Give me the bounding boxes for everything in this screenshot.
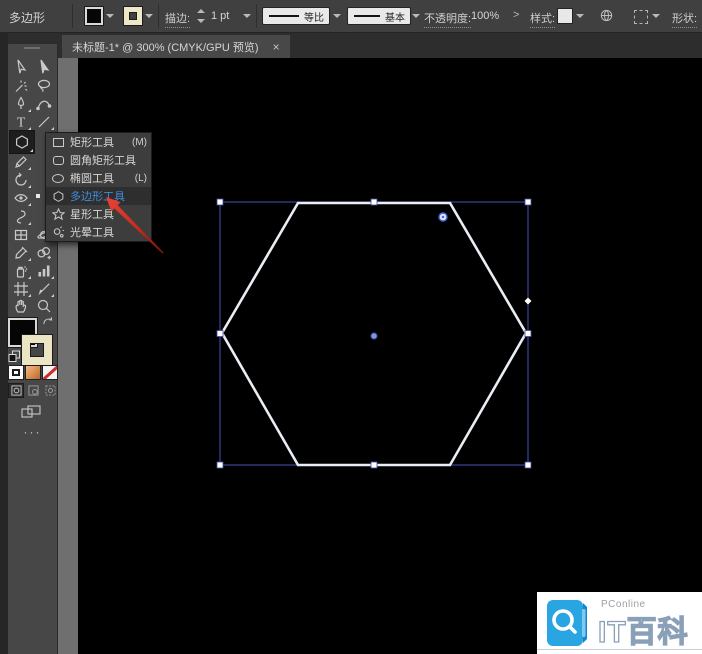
profile-chevron-icon[interactable] [333, 14, 341, 18]
opacity-value[interactable]: 100% [471, 10, 499, 22]
stroke-weight-chevron-icon[interactable] [243, 14, 251, 18]
polygon-tool-button[interactable] [10, 131, 34, 153]
flyout-item-ellipse[interactable]: 椭圆工具 (L) [46, 169, 151, 187]
fill-chevron-icon[interactable] [106, 14, 114, 18]
brush-value: 基本 [385, 12, 405, 24]
separator [256, 4, 257, 28]
column-graph-tool-icon[interactable] [33, 261, 55, 280]
panel-grip[interactable] [24, 47, 40, 49]
default-fill-stroke-icon[interactable] [8, 350, 21, 363]
screen-mode-icon[interactable] [20, 404, 44, 420]
pencil-tool-icon[interactable] [10, 152, 32, 171]
align-bounds-icon[interactable] [634, 10, 648, 24]
watermark-title: IT百科 [597, 615, 689, 649]
panel-edge-strip [0, 32, 8, 654]
stroke-chevron-icon[interactable] [145, 14, 153, 18]
stroke-panel-link[interactable]: 描边: [165, 10, 191, 28]
edit-toolbar-dots[interactable]: ··· [8, 425, 57, 439]
magic-wand-tool-icon[interactable] [10, 76, 32, 95]
pconline-logo-icon [547, 600, 587, 646]
align-chevron-icon[interactable] [652, 14, 660, 18]
active-tool-marker [36, 194, 40, 198]
none-fill-button[interactable] [43, 366, 57, 379]
artboard-canvas[interactable] [78, 58, 702, 654]
rectangle-icon [51, 135, 65, 149]
separator [72, 4, 73, 28]
ellipse-icon [51, 171, 65, 185]
watermark-underline [537, 649, 702, 650]
document-tab[interactable]: 未标题-1* @ 300% (CMYK/GPU 预览) × [62, 35, 290, 58]
line-segment-tool-icon[interactable] [33, 112, 55, 131]
stroke-color-swatch[interactable] [124, 7, 142, 25]
flyout-item-star[interactable]: 星形工具 [46, 205, 151, 223]
rounded-rectangle-icon [51, 153, 65, 167]
flyout-item-rectangle[interactable]: 矩形工具 (M) [46, 133, 151, 151]
profile-value: 等比 [304, 12, 324, 24]
zoom-tool-icon[interactable] [33, 296, 55, 315]
free-transform-tool-icon[interactable] [10, 207, 32, 226]
selection-type-label: 多边形 [9, 11, 46, 25]
opacity-panel-link[interactable]: 不透明度: [424, 10, 472, 28]
rotate-tool-icon[interactable] [10, 170, 32, 189]
brush-definition-dropdown[interactable]: 基本 [348, 8, 410, 24]
shape-tools-flyout: 矩形工具 (M) 圆角矩形工具 椭圆工具 (L) 多边形工具 星形工具 光晕工具 [45, 132, 152, 242]
pen-tool-icon[interactable] [10, 94, 32, 113]
hand-tool-icon[interactable] [10, 296, 32, 315]
flyout-item-flare[interactable]: 光晕工具 [46, 223, 151, 241]
illustrator-window: 多边形 描边: 1 pt 等比 基本 不透明度: 100% > 样式: 形状: [0, 0, 702, 654]
style-panel-link[interactable]: 样式: [530, 10, 556, 28]
direct-selection-tool-icon[interactable] [33, 57, 55, 76]
fill-color-swatch[interactable] [85, 7, 103, 25]
separator [158, 4, 159, 28]
color-fill-button[interactable] [9, 366, 23, 379]
stroke-weight-value[interactable]: 1 pt [211, 10, 229, 22]
eyedropper-tool-icon[interactable] [10, 243, 32, 262]
tab-close-icon[interactable]: × [273, 40, 280, 54]
style-swatch[interactable] [558, 9, 572, 23]
stroke-profile-dropdown[interactable]: 等比 [263, 8, 329, 24]
opacity-more-chevron[interactable]: > [513, 9, 519, 21]
flare-icon [51, 225, 65, 239]
stroke-proxy-swatch[interactable] [22, 335, 52, 365]
shape-builder-tool-icon[interactable] [33, 243, 55, 262]
document-tab-title: 未标题-1* @ 300% (CMYK/GPU 预览) [72, 41, 259, 54]
width-tool-icon[interactable] [10, 188, 32, 207]
curvature-tool-icon[interactable] [33, 94, 55, 113]
symbol-sprayer-tool-icon[interactable] [10, 261, 32, 280]
stroke-weight-stepper[interactable] [197, 8, 206, 24]
polygon-icon [51, 189, 65, 203]
profile-line-preview [269, 15, 299, 17]
watermark: PConline IT百科 [537, 592, 702, 654]
flyout-item-rounded-rectangle[interactable]: 圆角矩形工具 [46, 151, 151, 169]
brush-chevron-icon[interactable] [412, 14, 420, 18]
gradient-fill-button[interactable] [26, 366, 40, 379]
draw-normal-mode-button[interactable] [9, 384, 23, 397]
swap-fill-stroke-icon[interactable] [41, 316, 55, 329]
control-bar: 多边形 描边: 1 pt 等比 基本 不透明度: 100% > 样式: 形状: [0, 0, 702, 33]
brush-line-preview [354, 15, 380, 17]
style-chevron-icon[interactable] [576, 14, 584, 18]
star-icon [51, 207, 65, 221]
selection-tool-icon[interactable] [10, 57, 32, 76]
type-tool-icon[interactable] [10, 112, 32, 131]
draw-behind-mode-button[interactable] [26, 384, 40, 397]
shape-panel-link[interactable]: 形状: [672, 10, 698, 28]
flyout-item-polygon[interactable]: 多边形工具 [46, 187, 151, 205]
recolor-artwork-icon[interactable] [599, 8, 614, 23]
tab-bar: « 未标题-1* @ 300% (CMYK/GPU 预览) × [0, 32, 702, 58]
lasso-tool-icon[interactable] [33, 76, 55, 95]
mesh-tool-icon[interactable] [10, 225, 32, 244]
draw-inside-mode-button[interactable] [43, 384, 57, 397]
